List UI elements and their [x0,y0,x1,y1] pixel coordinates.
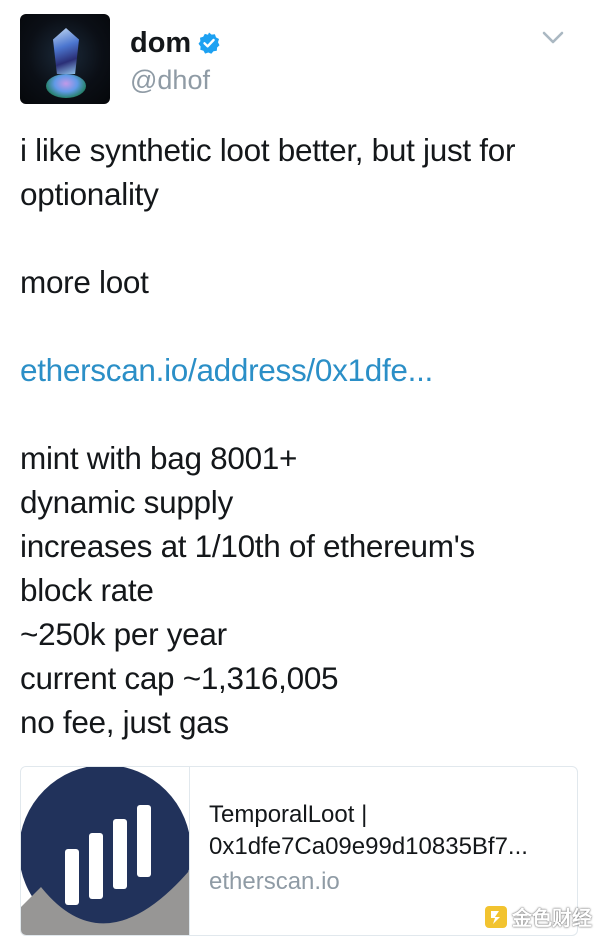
etherscan-link[interactable]: etherscan.io/address/0x1dfe... [20,348,580,392]
avatar-glow [46,74,86,98]
card-thumbnail [21,767,191,935]
tweet: dom @dhof i like synthetic loot better, … [0,0,600,937]
avatar[interactable] [20,14,110,104]
author-name-row: dom [130,26,221,60]
watermark-text: 金色财经 [512,906,592,930]
tweet-line: mint with bag 8001+ [20,440,298,476]
tweet-line: i like synthetic loot better, but just f… [20,132,516,168]
chevron-down-icon[interactable] [542,31,564,45]
verified-badge-icon [198,32,220,54]
tweet-line: current cap ~1,316,005 [20,660,339,696]
tweet-line: ~250k per year [20,616,227,652]
jinse-logo-icon [485,905,507,928]
author-handle[interactable]: @dhof [130,64,210,96]
tweet-line: no fee, just gas [20,704,229,740]
card-domain: etherscan.io [209,868,340,895]
tweet-text: i like synthetic loot better, but just f… [20,128,580,744]
display-name[interactable]: dom [130,26,191,60]
card-text: TemporalLoot | 0x1dfe7Ca09e99d10835Bf7..… [209,799,569,899]
watermark: 金色财经 [484,902,592,931]
tweet-line: dynamic supply [20,484,233,520]
avatar-crystal [53,28,79,74]
tweet-line: optionality [20,176,159,212]
tweet-line: more loot [20,264,149,300]
card-subtitle: 0x1dfe7Ca09e99d10835Bf7... [209,833,528,860]
card-title: TemporalLoot | [209,801,368,828]
tweet-line: block rate [20,572,154,608]
tweet-line: increases at 1/10th of ethereum's [20,528,475,564]
etherscan-logo-icon [21,767,191,935]
